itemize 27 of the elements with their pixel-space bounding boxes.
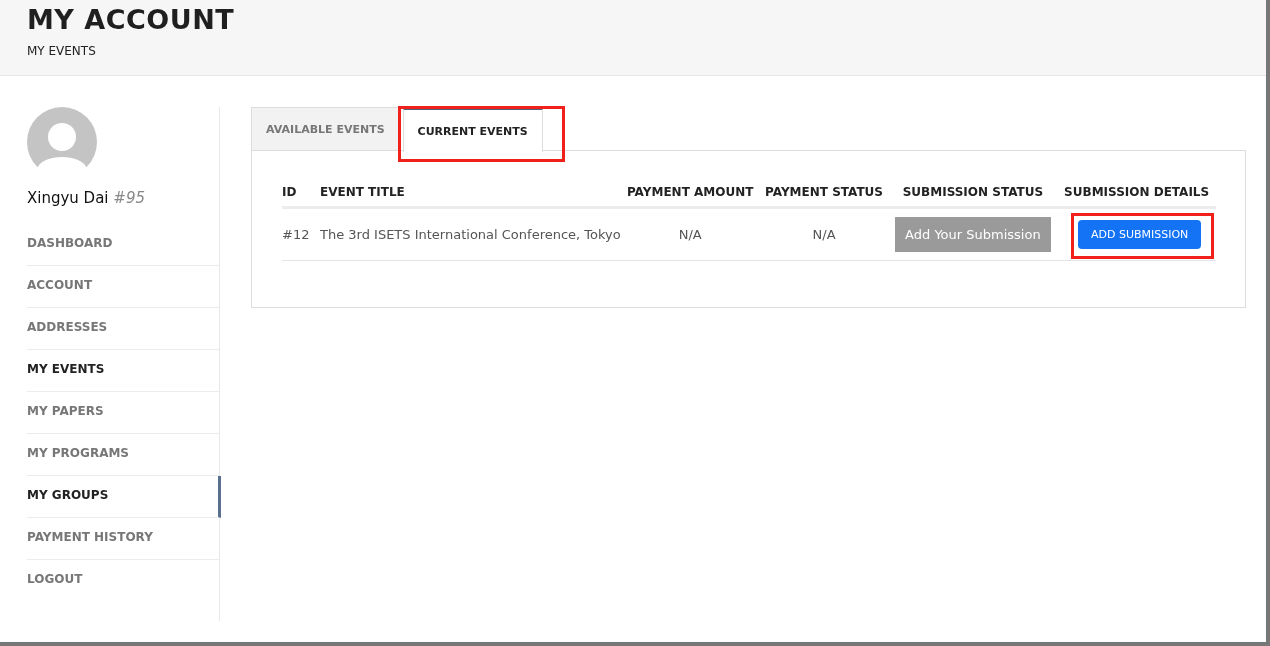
sidebar-item[interactable]: ADDRESSES: [27, 308, 219, 350]
tab[interactable]: AVAILABLE EVENTS: [251, 107, 400, 150]
column-header: PAYMENT AMOUNT: [620, 179, 760, 208]
sidebar-item[interactable]: DASHBOARD: [27, 224, 219, 266]
column-header: SUBMISSION DETAILS: [1057, 179, 1216, 208]
table-cell: #12: [282, 227, 310, 242]
add-submission-button[interactable]: ADD SUBMISSION: [1077, 220, 1202, 249]
sidebar-item[interactable]: LOGOUT: [27, 560, 219, 601]
table-cell: The 3rd ISETS International Conference, Tokyo: [320, 227, 621, 242]
tab[interactable]: CURRENT EVENTS: [402, 108, 543, 152]
user-name: Xingyu Dai #95: [27, 189, 146, 207]
avatar-icon: [27, 107, 97, 177]
column-header: PAYMENT STATUS: [759, 179, 889, 208]
sidebar-item[interactable]: ACCOUNT: [27, 266, 219, 308]
sidebar-item[interactable]: PAYMENT HISTORY: [27, 518, 219, 560]
sidebar-item[interactable]: MY PAPERS: [27, 392, 219, 434]
table-cell: N/A: [812, 227, 836, 242]
breadcrumb: MY EVENTS: [27, 44, 97, 58]
page-title: MY ACCOUNT: [27, 4, 236, 35]
sidebar-item[interactable]: MY EVENTS: [27, 350, 219, 392]
column-header: ID: [282, 179, 320, 208]
sidebar-item[interactable]: MY PROGRAMS: [27, 434, 219, 476]
add-your-submission-button[interactable]: Add Your Submission: [895, 217, 1051, 252]
column-header: SUBMISSION STATUS: [888, 179, 1058, 208]
column-header: EVENT TITLE: [320, 179, 621, 208]
table-cell: N/A: [678, 227, 702, 242]
sidebar-item[interactable]: MY GROUPS: [27, 476, 221, 518]
